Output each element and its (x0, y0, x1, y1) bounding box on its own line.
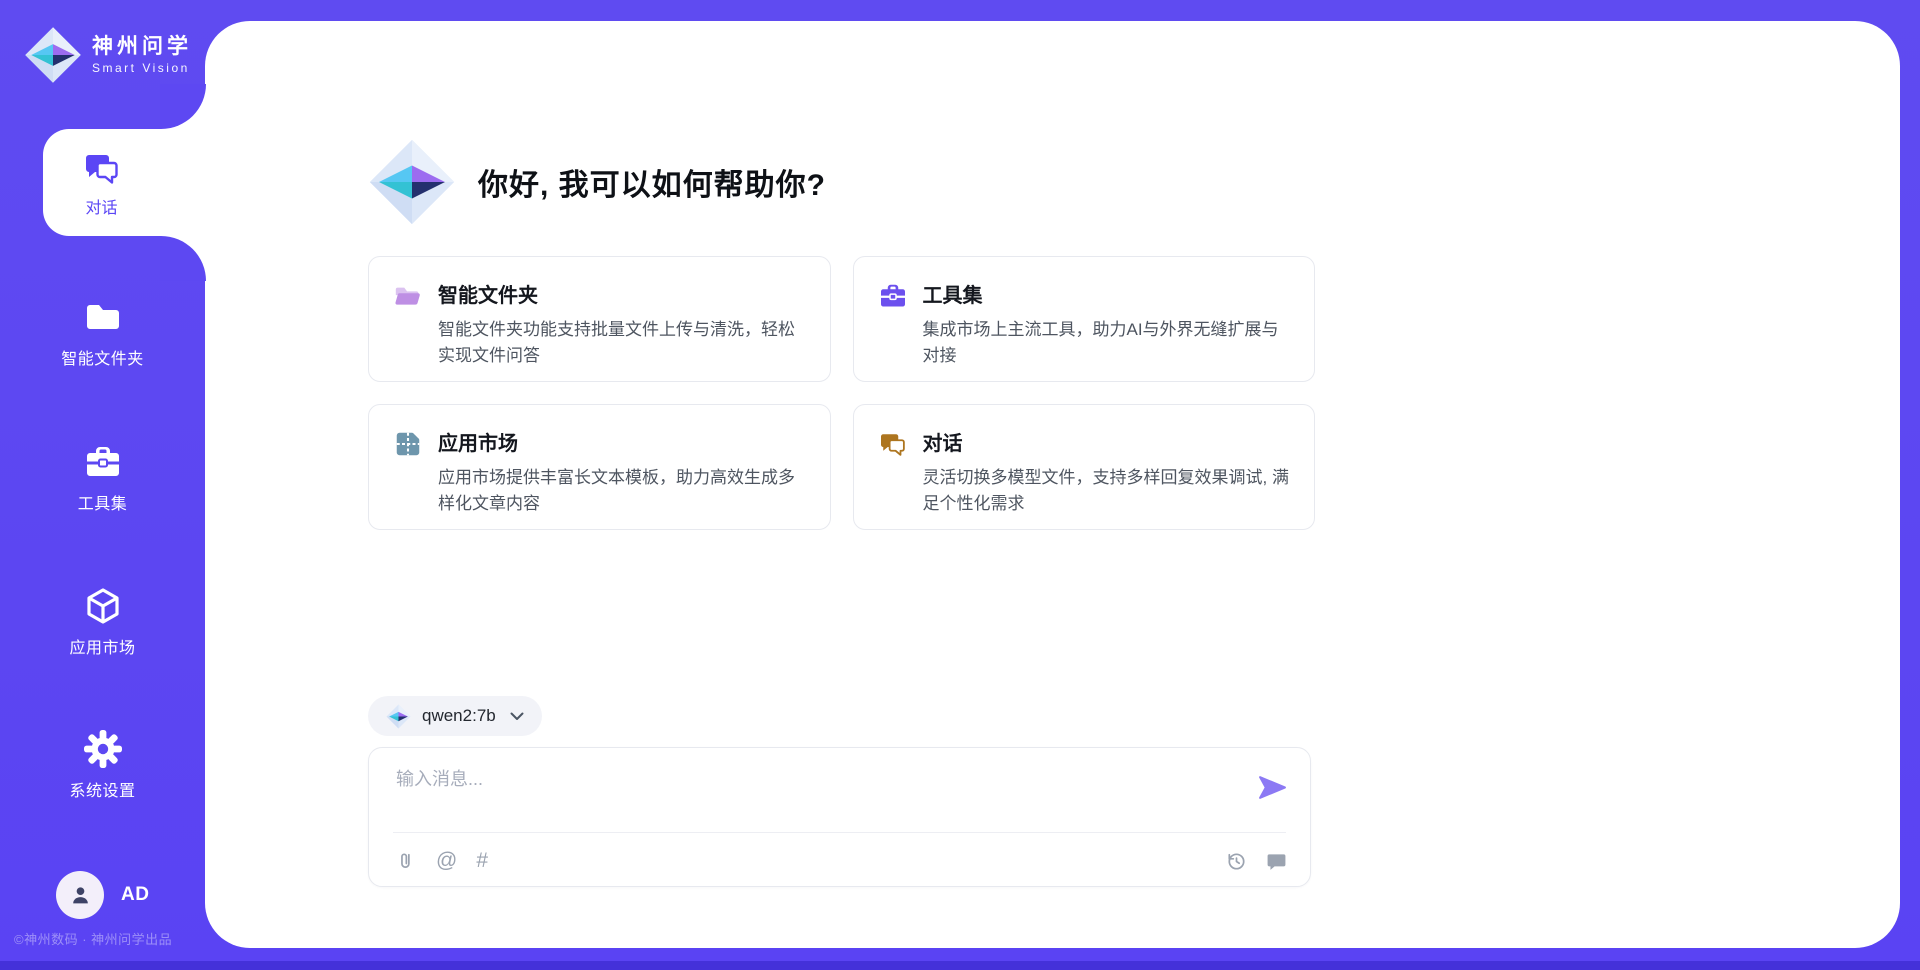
chat-icon (82, 148, 122, 188)
greeting-header: 你好, 我可以如何帮助你? (368, 138, 826, 226)
logo-diamond-icon (386, 704, 411, 729)
model-name: qwen2:7b (422, 706, 496, 726)
card-body: 对话 灵活切换多模型文件，支持多样回复效果调试, 满足个性化需求 (923, 426, 1291, 508)
user-profile[interactable]: AD (56, 871, 149, 919)
chat-bubble-icon (1265, 850, 1288, 873)
logo-diamond-icon (368, 138, 456, 226)
card-description: 灵活切换多模型文件，支持多样回复效果调试, 满足个性化需求 (923, 465, 1291, 516)
avatar (56, 871, 104, 919)
hash-icon[interactable]: # (476, 850, 488, 872)
feedback-button[interactable] (1265, 850, 1288, 873)
chat-icon (878, 429, 908, 459)
bottom-edge-strip (0, 961, 1920, 970)
chevron-down-icon (510, 712, 524, 721)
folder-open-icon (393, 281, 423, 311)
at-icon[interactable]: @ (436, 850, 457, 872)
send-button[interactable] (1257, 773, 1288, 802)
history-icon (1225, 850, 1248, 873)
app-logo-text: 神州问学 Smart Vision (92, 35, 192, 75)
app-title: 神州问学 (92, 35, 192, 59)
sidebar-item-app-market[interactable]: 应用市场 (0, 586, 205, 658)
message-input[interactable] (394, 763, 1218, 825)
composer-toolbar-right (1225, 850, 1288, 873)
card-title: 工具集 (923, 279, 1291, 308)
toolbox-icon (83, 442, 123, 482)
app-logo: 神州问学 Smart Vision (24, 26, 192, 84)
card-description: 集成市场上主流工具，助力AI与外界无缝扩展与对接 (923, 317, 1291, 368)
folder-icon (83, 297, 123, 337)
card-toolset[interactable]: 工具集 集成市场上主流工具，助力AI与外界无缝扩展与对接 (853, 256, 1316, 382)
copyright-text: ©神州数码 · 神州问学出品 (14, 929, 214, 948)
feature-cards: 智能文件夹 智能文件夹功能支持批量文件上传与清洗，轻松实现文件问答 工具集 集成… (368, 256, 1315, 530)
sidebar-item-label: 系统设置 (69, 777, 135, 801)
cube-icon (83, 586, 123, 626)
sidebar-item-label: 对话 (85, 194, 117, 218)
tab-bottom-fillet (160, 236, 206, 281)
card-description: 应用市场提供丰富长文本模板，助力高效生成多样化文章内容 (438, 465, 806, 516)
divider (393, 832, 1286, 833)
composer-toolbar: @ # (394, 844, 1288, 878)
card-app-market[interactable]: 应用市场 应用市场提供丰富长文本模板，助力高效生成多样化文章内容 (368, 404, 831, 530)
app-subtitle: Smart Vision (92, 61, 192, 75)
card-body: 应用市场 应用市场提供丰富长文本模板，助力高效生成多样化文章内容 (438, 426, 806, 508)
toolbox-icon (878, 281, 908, 311)
card-smart-folder[interactable]: 智能文件夹 智能文件夹功能支持批量文件上传与清洗，轻松实现文件问答 (368, 256, 831, 382)
sidebar-item-label: 智能文件夹 (61, 345, 144, 369)
history-button[interactable] (1225, 850, 1248, 873)
gear-icon (83, 729, 123, 769)
model-selector[interactable]: qwen2:7b (368, 696, 542, 736)
paperclip-icon (394, 850, 417, 873)
card-body: 智能文件夹 智能文件夹功能支持批量文件上传与清洗，轻松实现文件问答 (438, 278, 806, 360)
attach-file-button[interactable] (394, 850, 417, 873)
tab-top-fillet (160, 84, 206, 129)
user-name: AD (121, 884, 149, 906)
card-title: 智能文件夹 (438, 279, 806, 308)
sidebar-item-smart-folder[interactable]: 智能文件夹 (0, 297, 205, 369)
card-title: 应用市场 (438, 427, 806, 456)
greeting-title: 你好, 我可以如何帮助你? (478, 160, 826, 204)
card-title: 对话 (923, 427, 1291, 456)
card-chat[interactable]: 对话 灵活切换多模型文件，支持多样回复效果调试, 满足个性化需求 (853, 404, 1316, 530)
card-description: 智能文件夹功能支持批量文件上传与清洗，轻松实现文件问答 (438, 317, 806, 368)
sidebar-item-label: 应用市场 (69, 634, 135, 658)
sidebar-item-toolset[interactable]: 工具集 (0, 442, 205, 514)
market-grid-icon (393, 429, 423, 459)
sidebar-item-chat[interactable]: 对话 (43, 129, 214, 236)
send-icon (1257, 773, 1288, 802)
user-icon (67, 882, 94, 909)
card-body: 工具集 集成市场上主流工具，助力AI与外界无缝扩展与对接 (923, 278, 1291, 360)
sidebar-item-label: 工具集 (78, 490, 128, 514)
composer: @ # (368, 747, 1311, 887)
logo-diamond-icon (24, 26, 82, 84)
sidebar-item-settings[interactable]: 系统设置 (0, 729, 205, 801)
